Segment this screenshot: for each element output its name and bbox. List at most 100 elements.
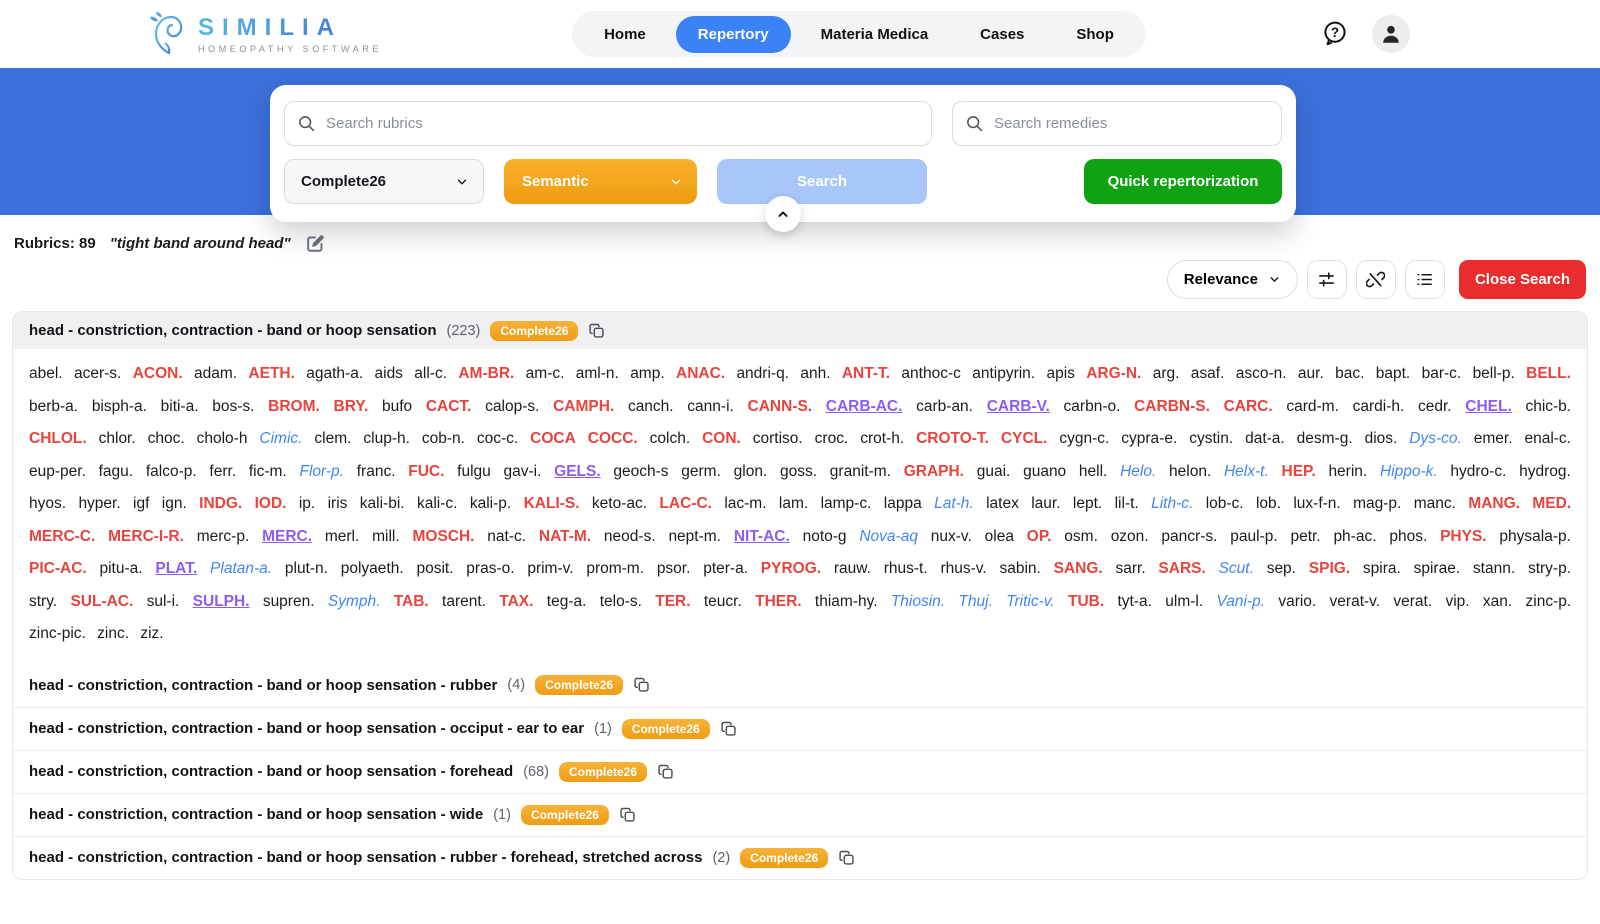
remedy-abbrev[interactable]: calop-s. — [485, 398, 539, 415]
remedy-abbrev[interactable]: Helo. — [1120, 463, 1156, 480]
remedy-abbrev[interactable]: sabin. — [999, 560, 1040, 577]
remedy-abbrev[interactable]: card-m. — [1286, 398, 1339, 415]
remedy-abbrev[interactable]: bar-c. — [1422, 365, 1462, 382]
remedy-abbrev[interactable]: posit. — [416, 560, 453, 577]
remedy-abbrev[interactable]: lappa — [884, 495, 922, 512]
nav-tab-materia-medica[interactable]: Materia Medica — [799, 16, 951, 53]
remedy-abbrev[interactable]: cedr. — [1418, 398, 1452, 415]
search-mode-select[interactable]: Semantic — [504, 159, 697, 204]
remedy-abbrev[interactable]: telo-s. — [600, 593, 642, 610]
remedy-abbrev[interactable]: clem. — [314, 430, 351, 447]
remedy-abbrev[interactable]: bos-s. — [212, 398, 254, 415]
copy-rubric-button[interactable] — [588, 322, 606, 340]
remedy-abbrev[interactable]: emer. — [1474, 430, 1513, 447]
close-search-button[interactable]: Close Search — [1459, 260, 1586, 299]
remedy-abbrev[interactable]: goss. — [780, 463, 817, 480]
remedy-abbrev[interactable]: geoch-s — [613, 463, 668, 480]
remedy-abbrev[interactable]: BROM. — [268, 398, 320, 415]
list-view-button[interactable] — [1405, 260, 1445, 299]
remedy-abbrev[interactable]: lob-c. — [1206, 495, 1244, 512]
remedy-abbrev[interactable]: merc-p. — [197, 528, 250, 545]
remedy-abbrev[interactable]: bac. — [1335, 365, 1364, 382]
repertory-select[interactable]: Complete26 — [284, 159, 484, 204]
remedy-abbrev[interactable]: crot-h. — [860, 430, 904, 447]
remedy-abbrev[interactable]: ARG-N. — [1086, 365, 1141, 382]
remedy-abbrev[interactable]: Tritic-v. — [1006, 593, 1055, 610]
remedy-abbrev[interactable]: BELL. — [1526, 365, 1571, 382]
remedy-abbrev[interactable]: SPIG. — [1309, 560, 1350, 577]
quick-repertorization-button[interactable]: Quick repertorization — [1084, 159, 1282, 204]
remedy-abbrev[interactable]: hydrog. — [1519, 463, 1571, 480]
remedy-abbrev[interactable]: clup-h. — [363, 430, 410, 447]
remedy-abbrev[interactable]: mag-p. — [1353, 495, 1401, 512]
remedy-abbrev[interactable]: CROTO-T. — [916, 430, 989, 447]
remedy-abbrev[interactable]: FUC. — [408, 463, 444, 480]
remedy-abbrev[interactable]: hell. — [1079, 463, 1107, 480]
copy-rubric-button[interactable] — [619, 806, 637, 824]
remedy-abbrev[interactable]: helon. — [1169, 463, 1211, 480]
remedy-abbrev[interactable]: chic-b. — [1525, 398, 1571, 415]
remedy-abbrev[interactable]: SULPH. — [193, 593, 250, 610]
remedy-abbrev[interactable]: COCA — [530, 430, 576, 447]
remedy-abbrev[interactable]: Lat-h. — [934, 495, 974, 512]
remedy-abbrev[interactable]: plut-n. — [285, 560, 328, 577]
remedy-abbrev[interactable]: teucr. — [704, 593, 742, 610]
remedy-abbrev[interactable]: ANT-T. — [842, 365, 890, 382]
remedy-abbrev[interactable]: hyos. — [29, 495, 66, 512]
remedy-abbrev[interactable]: ip. — [299, 495, 315, 512]
remedy-abbrev[interactable]: Hippo-k. — [1380, 463, 1438, 480]
remedy-abbrev[interactable]: PYROG. — [761, 560, 821, 577]
remedy-abbrev[interactable]: lam. — [779, 495, 808, 512]
remedy-abbrev[interactable]: desm-g. — [1297, 430, 1353, 447]
remedy-abbrev[interactable]: asco-n. — [1236, 365, 1287, 382]
remedy-abbrev[interactable]: Thuj. — [958, 593, 992, 610]
remedy-abbrev[interactable]: aml-n. — [576, 365, 619, 382]
remedy-abbrev[interactable]: prom-m. — [586, 560, 644, 577]
remedy-abbrev[interactable]: stann. — [1473, 560, 1515, 577]
remedy-abbrev[interactable]: anthoc-c — [901, 365, 960, 382]
rubric-row[interactable]: head - constriction, contraction - band … — [13, 750, 1587, 793]
remedy-abbrev[interactable]: colch. — [650, 430, 691, 447]
remedy-abbrev[interactable]: MERC-I-R. — [108, 528, 184, 545]
copy-rubric-button[interactable] — [838, 849, 856, 867]
remedy-abbrev[interactable]: nat-c. — [487, 528, 526, 545]
remedy-abbrev[interactable]: biti-a. — [161, 398, 199, 415]
remedy-abbrev[interactable]: CARB-V. — [987, 398, 1050, 415]
copy-rubric-button[interactable] — [657, 763, 675, 781]
search-rubrics-input[interactable] — [284, 101, 932, 146]
remedy-abbrev[interactable]: tarent. — [442, 593, 486, 610]
sort-select[interactable]: Relevance — [1167, 260, 1298, 299]
remedy-abbrev[interactable]: lept. — [1073, 495, 1102, 512]
remedy-abbrev[interactable]: physala-p. — [1499, 528, 1571, 545]
remedy-abbrev[interactable]: KALI-S. — [524, 495, 580, 512]
remedy-abbrev[interactable]: asaf. — [1191, 365, 1225, 382]
remedy-abbrev[interactable]: glon. — [734, 463, 768, 480]
remedy-abbrev[interactable]: Thiosin. — [891, 593, 945, 610]
remedy-abbrev[interactable]: guano — [1023, 463, 1066, 480]
remedy-abbrev[interactable]: CON. — [702, 430, 741, 447]
remedy-abbrev[interactable]: zinc-pic. — [29, 625, 86, 642]
remedy-abbrev[interactable]: NIT-AC. — [734, 528, 790, 545]
remedy-abbrev[interactable]: latex — [986, 495, 1019, 512]
remedy-abbrev[interactable]: germ. — [681, 463, 721, 480]
remedy-abbrev[interactable]: lac-m. — [724, 495, 766, 512]
remedy-abbrev[interactable]: MERC. — [262, 528, 312, 545]
remedy-abbrev[interactable]: ziz. — [140, 625, 163, 642]
remedy-abbrev[interactable]: coc-c. — [477, 430, 518, 447]
remedy-abbrev[interactable]: PHYS. — [1440, 528, 1487, 545]
remedy-abbrev[interactable]: teg-a. — [547, 593, 587, 610]
remedy-abbrev[interactable]: aur. — [1298, 365, 1324, 382]
remedy-abbrev[interactable]: THER. — [755, 593, 802, 610]
remedy-abbrev[interactable]: aids — [375, 365, 403, 382]
remedy-abbrev[interactable]: hydro-c. — [1450, 463, 1506, 480]
remedy-abbrev[interactable]: BRY. — [334, 398, 369, 415]
remedy-abbrev[interactable]: stry. — [29, 593, 57, 610]
remedy-abbrev[interactable]: SANG. — [1054, 560, 1103, 577]
remedy-abbrev[interactable]: rhus-v. — [940, 560, 986, 577]
remedy-abbrev[interactable]: bisph-a. — [92, 398, 147, 415]
remedy-abbrev[interactable]: bell-p. — [1473, 365, 1515, 382]
remedy-abbrev[interactable]: rauw. — [834, 560, 871, 577]
remedy-abbrev[interactable]: verat-v. — [1330, 593, 1381, 610]
remedy-abbrev[interactable]: sarr. — [1115, 560, 1145, 577]
remedy-abbrev[interactable]: all-c. — [414, 365, 447, 382]
